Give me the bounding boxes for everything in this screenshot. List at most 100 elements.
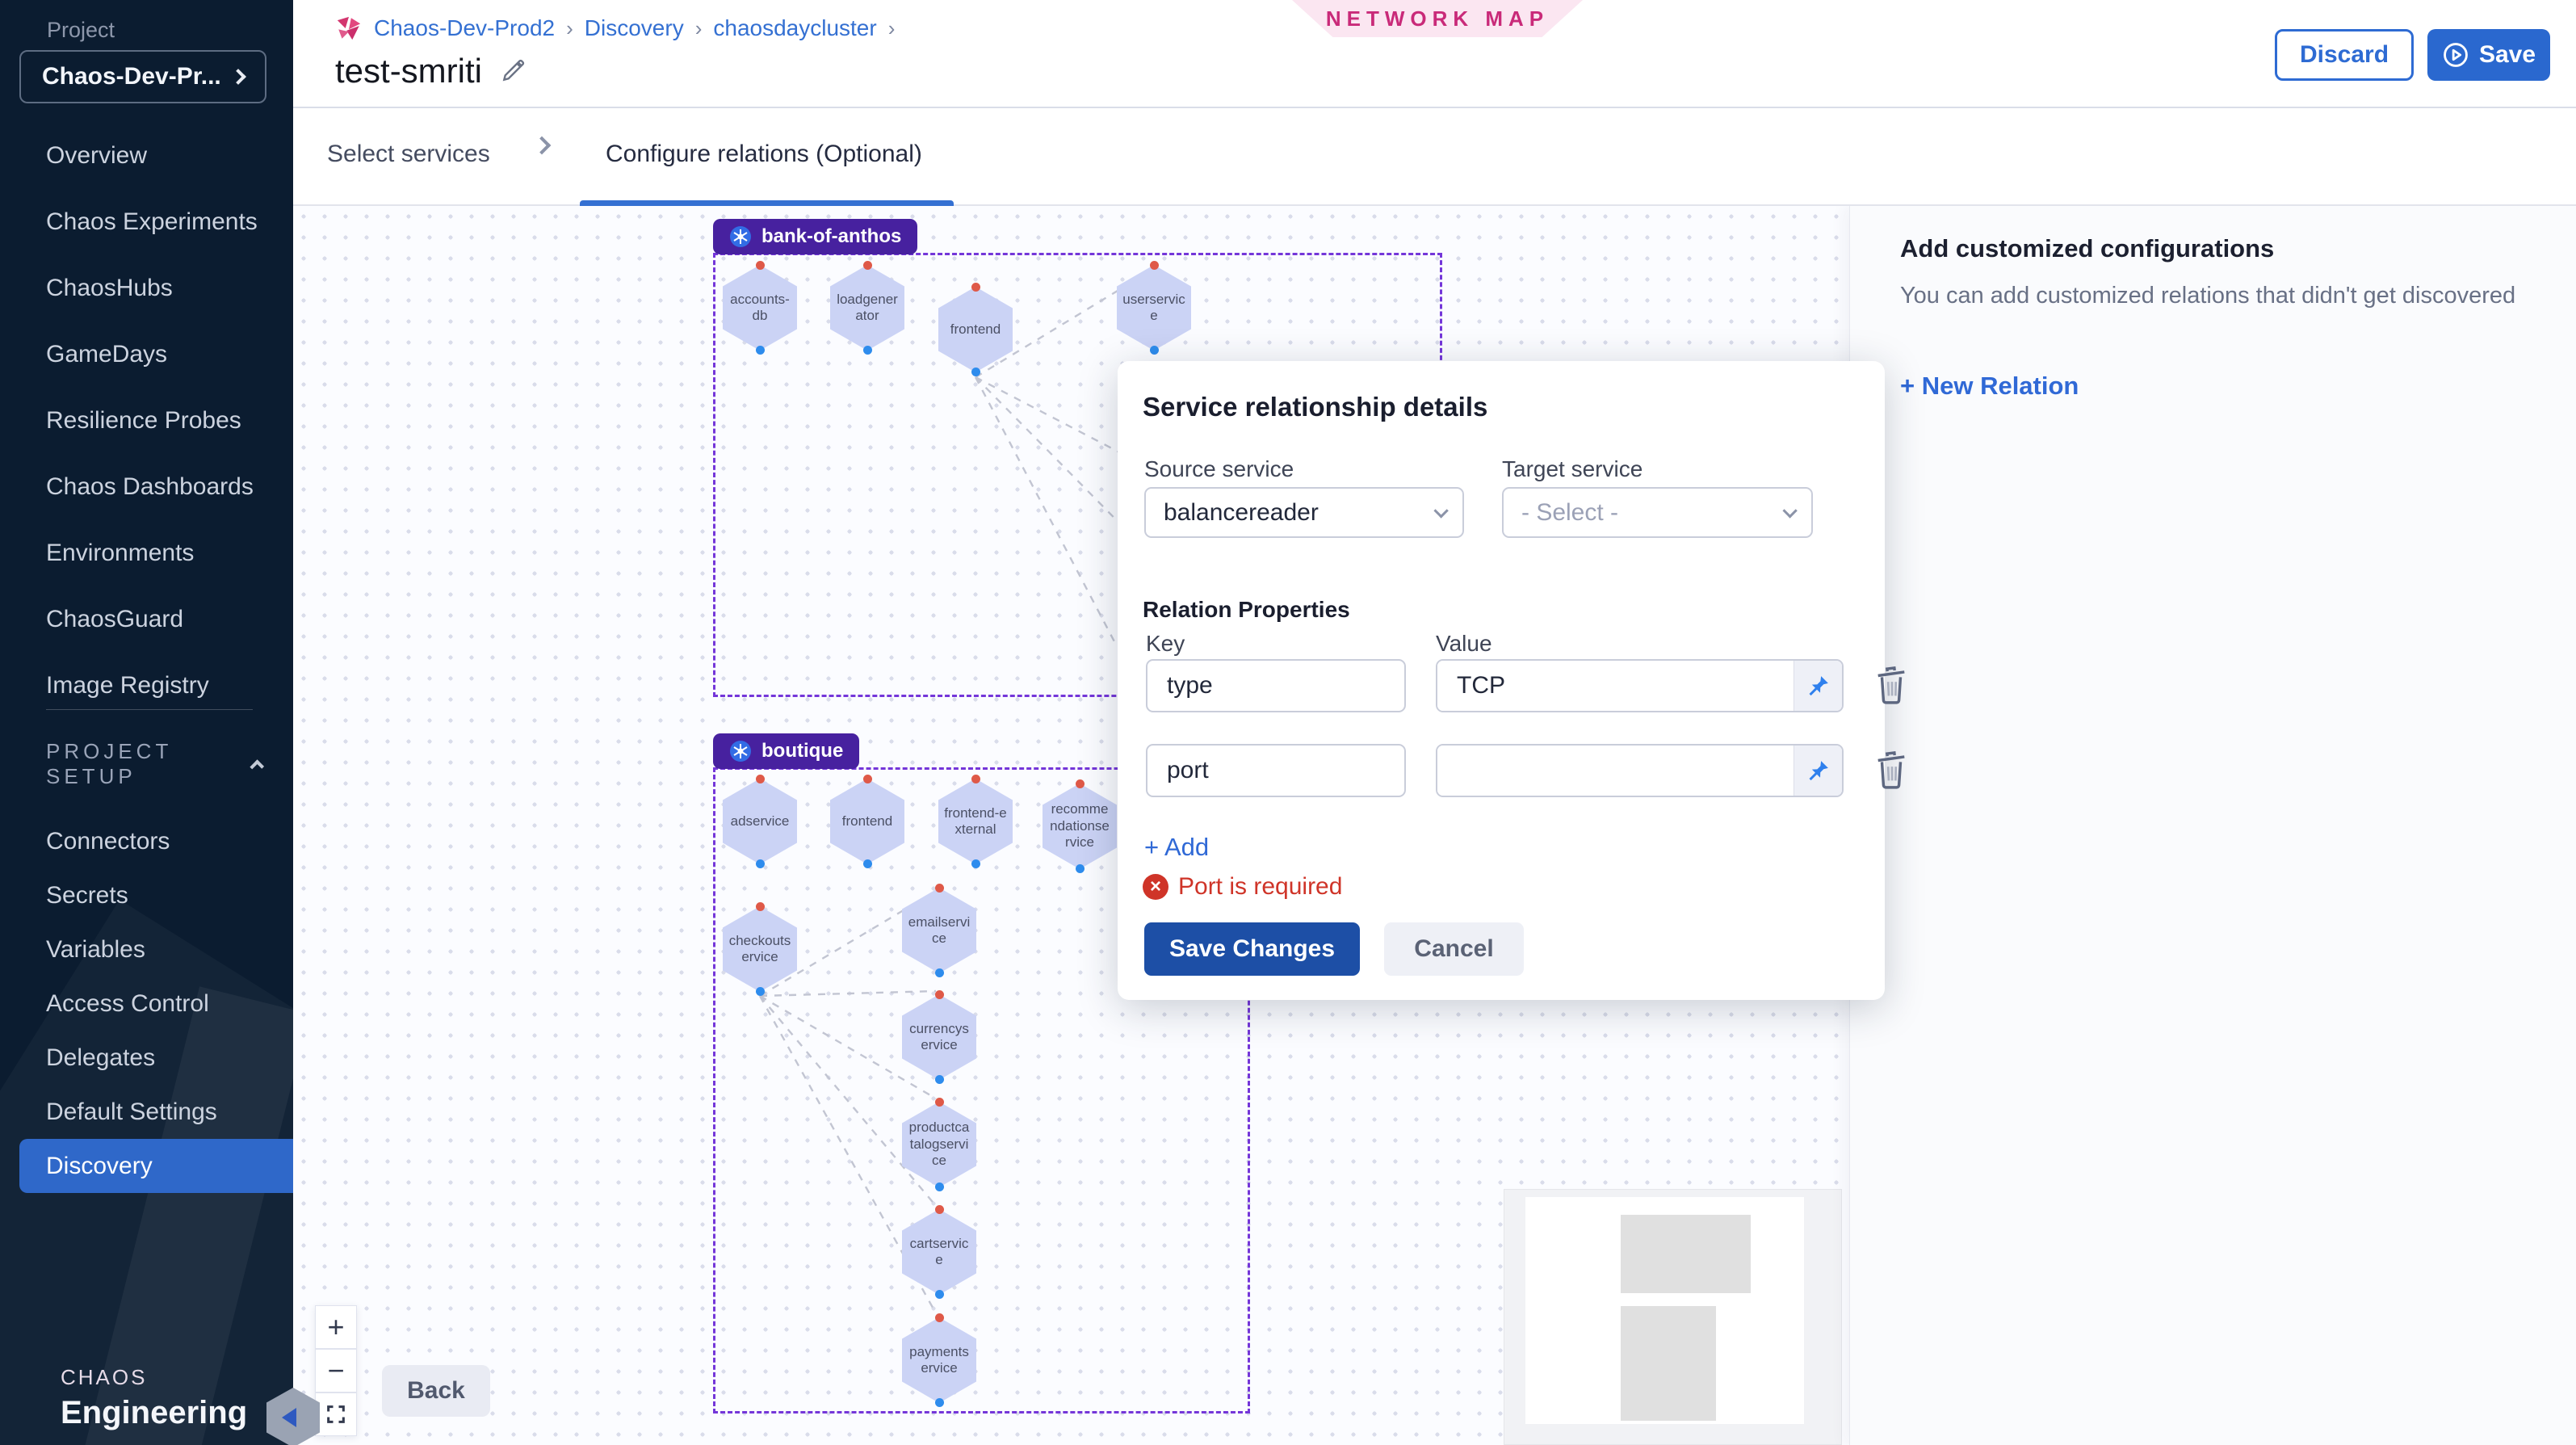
target-port-dot[interactable] xyxy=(863,261,872,270)
sidebar-item-overview[interactable]: Overview xyxy=(0,123,293,189)
source-port-dot[interactable] xyxy=(1076,864,1085,873)
minimap[interactable] xyxy=(1504,1189,1842,1445)
cancel-button[interactable]: Cancel xyxy=(1384,922,1524,976)
source-port-dot[interactable] xyxy=(971,368,980,376)
back-button[interactable]: Back xyxy=(382,1365,490,1417)
service-node-cartservice[interactable]: cartservice xyxy=(902,1209,976,1295)
sidebar-item-gamedays[interactable]: GameDays xyxy=(0,321,293,388)
value-input-row2[interactable] xyxy=(1437,746,1794,796)
hexagon: currencyservice xyxy=(902,994,976,1080)
service-node-checkoutservice[interactable]: checkoutservice xyxy=(723,906,797,992)
source-port-dot[interactable] xyxy=(863,859,872,868)
source-port-dot[interactable] xyxy=(756,859,765,868)
value-input-row1[interactable] xyxy=(1437,661,1794,711)
node-label: currencyservice xyxy=(908,1021,971,1054)
zoom-in-button[interactable]: + xyxy=(315,1305,357,1349)
service-node-frontend-boutique[interactable]: frontend xyxy=(830,779,904,864)
key-input-row1[interactable] xyxy=(1146,659,1406,712)
target-port-dot[interactable] xyxy=(935,1313,944,1322)
target-port-dot[interactable] xyxy=(935,884,944,893)
pin-button-row2[interactable] xyxy=(1794,746,1842,796)
sidebar-item-variables[interactable]: Variables xyxy=(0,922,293,977)
pin-button-row1[interactable] xyxy=(1794,661,1842,711)
service-node-productcatalogservice[interactable]: productcatalogservice xyxy=(902,1102,976,1187)
sidebar-item-environments[interactable]: Environments xyxy=(0,520,293,586)
edit-pencil-icon[interactable] xyxy=(500,58,526,84)
source-service-select[interactable]: balancereader xyxy=(1144,487,1464,538)
tab-configure-relations[interactable]: Configure relations (Optional) xyxy=(606,141,922,168)
sidebar-item-chaosguard[interactable]: ChaosGuard xyxy=(0,586,293,653)
group-pill-bank-of-anthos[interactable]: bank-of-anthos xyxy=(713,219,917,254)
sidebar-item-discovery[interactable]: Discovery xyxy=(19,1139,293,1193)
sidebar-item-default-settings[interactable]: Default Settings xyxy=(0,1085,293,1139)
breadcrumb-link-cluster[interactable]: chaosdaycluster xyxy=(713,15,876,41)
add-property-button[interactable]: + Add xyxy=(1144,833,1209,862)
target-port-dot[interactable] xyxy=(756,775,765,783)
breadcrumb-link-discovery[interactable]: Discovery xyxy=(585,15,684,41)
target-port-dot[interactable] xyxy=(935,1205,944,1214)
fullscreen-button[interactable] xyxy=(315,1392,357,1436)
module-logo: CHAOS Engineering xyxy=(61,1365,247,1431)
delete-row2-button[interactable] xyxy=(1873,749,1910,791)
source-port-dot[interactable] xyxy=(756,987,765,996)
target-service-select[interactable]: - Select - xyxy=(1502,487,1813,538)
sidebar-item-secrets[interactable]: Secrets xyxy=(0,868,293,922)
target-port-dot[interactable] xyxy=(1150,261,1159,270)
tab-select-services[interactable]: Select services xyxy=(327,141,490,168)
sidebar: Project Chaos-Dev-Pr... Overview Chaos E… xyxy=(0,0,293,1445)
project-setup-section-toggle[interactable]: PROJECT SETUP xyxy=(46,739,264,789)
target-port-dot[interactable] xyxy=(935,1098,944,1107)
save-button[interactable]: Save xyxy=(2427,29,2550,81)
service-node-frontend-external[interactable]: frontend-external xyxy=(938,779,1013,864)
sidebar-item-access-control[interactable]: Access Control xyxy=(0,977,293,1031)
source-port-dot[interactable] xyxy=(863,346,872,355)
service-node-recommendationservice[interactable]: recommendationservice xyxy=(1043,783,1117,869)
breadcrumb-separator: › xyxy=(695,16,703,41)
service-node-loadgenerator[interactable]: loadgenerator xyxy=(830,265,904,351)
sidebar-item-resilience-probes[interactable]: Resilience Probes xyxy=(0,388,293,454)
service-node-frontend-bank[interactable]: frontend xyxy=(938,287,1013,372)
breadcrumb-link-project[interactable]: Chaos-Dev-Prod2 xyxy=(374,15,555,41)
delete-row1-button[interactable] xyxy=(1873,664,1910,706)
target-service-placeholder: - Select - xyxy=(1521,499,1618,527)
project-selector[interactable]: Chaos-Dev-Pr... xyxy=(19,50,266,103)
target-port-dot[interactable] xyxy=(971,283,980,292)
page-title: test-smriti xyxy=(335,52,482,90)
service-node-paymentservice[interactable]: paymentservice xyxy=(902,1317,976,1403)
app-root: Project Chaos-Dev-Pr... Overview Chaos E… xyxy=(0,0,2576,1445)
target-port-dot[interactable] xyxy=(756,902,765,911)
source-port-dot[interactable] xyxy=(935,1290,944,1299)
sidebar-item-delegates[interactable]: Delegates xyxy=(0,1031,293,1085)
target-port-dot[interactable] xyxy=(935,990,944,999)
source-port-dot[interactable] xyxy=(935,1182,944,1191)
discard-button[interactable]: Discard xyxy=(2275,29,2414,81)
sidebar-item-chaos-dashboards[interactable]: Chaos Dashboards xyxy=(0,454,293,520)
group-pill-boutique[interactable]: boutique xyxy=(713,733,859,769)
target-port-dot[interactable] xyxy=(971,775,980,783)
source-port-dot[interactable] xyxy=(935,1398,944,1407)
service-node-userservice[interactable]: userservice xyxy=(1117,265,1191,351)
service-node-emailservice[interactable]: emailservice xyxy=(902,888,976,973)
source-port-dot[interactable] xyxy=(756,346,765,355)
service-node-accounts-db[interactable]: accounts-db xyxy=(723,265,797,351)
save-changes-label: Save Changes xyxy=(1169,935,1335,963)
key-input-row2[interactable] xyxy=(1146,744,1406,797)
source-port-dot[interactable] xyxy=(1150,346,1159,355)
project-setup-label: PROJECT SETUP xyxy=(46,739,254,789)
sidebar-item-chaoshubs[interactable]: ChaosHubs xyxy=(0,255,293,321)
source-port-dot[interactable] xyxy=(971,859,980,868)
service-node-adservice[interactable]: adservice xyxy=(723,779,797,864)
source-port-dot[interactable] xyxy=(935,1075,944,1084)
new-relation-button[interactable]: + New Relation xyxy=(1900,372,2079,401)
target-port-dot[interactable] xyxy=(756,261,765,270)
target-port-dot[interactable] xyxy=(1076,779,1085,788)
sidebar-item-connectors[interactable]: Connectors xyxy=(0,814,293,868)
save-changes-button[interactable]: Save Changes xyxy=(1144,922,1360,976)
source-port-dot[interactable] xyxy=(935,968,944,977)
panel-description: You can add customized relations that di… xyxy=(1900,283,2554,309)
service-node-currencyservice[interactable]: currencyservice xyxy=(902,994,976,1080)
hexagon: recommendationservice xyxy=(1043,783,1117,869)
target-port-dot[interactable] xyxy=(863,775,872,783)
zoom-out-button[interactable]: − xyxy=(315,1349,357,1392)
sidebar-item-chaos-experiments[interactable]: Chaos Experiments xyxy=(0,189,293,255)
